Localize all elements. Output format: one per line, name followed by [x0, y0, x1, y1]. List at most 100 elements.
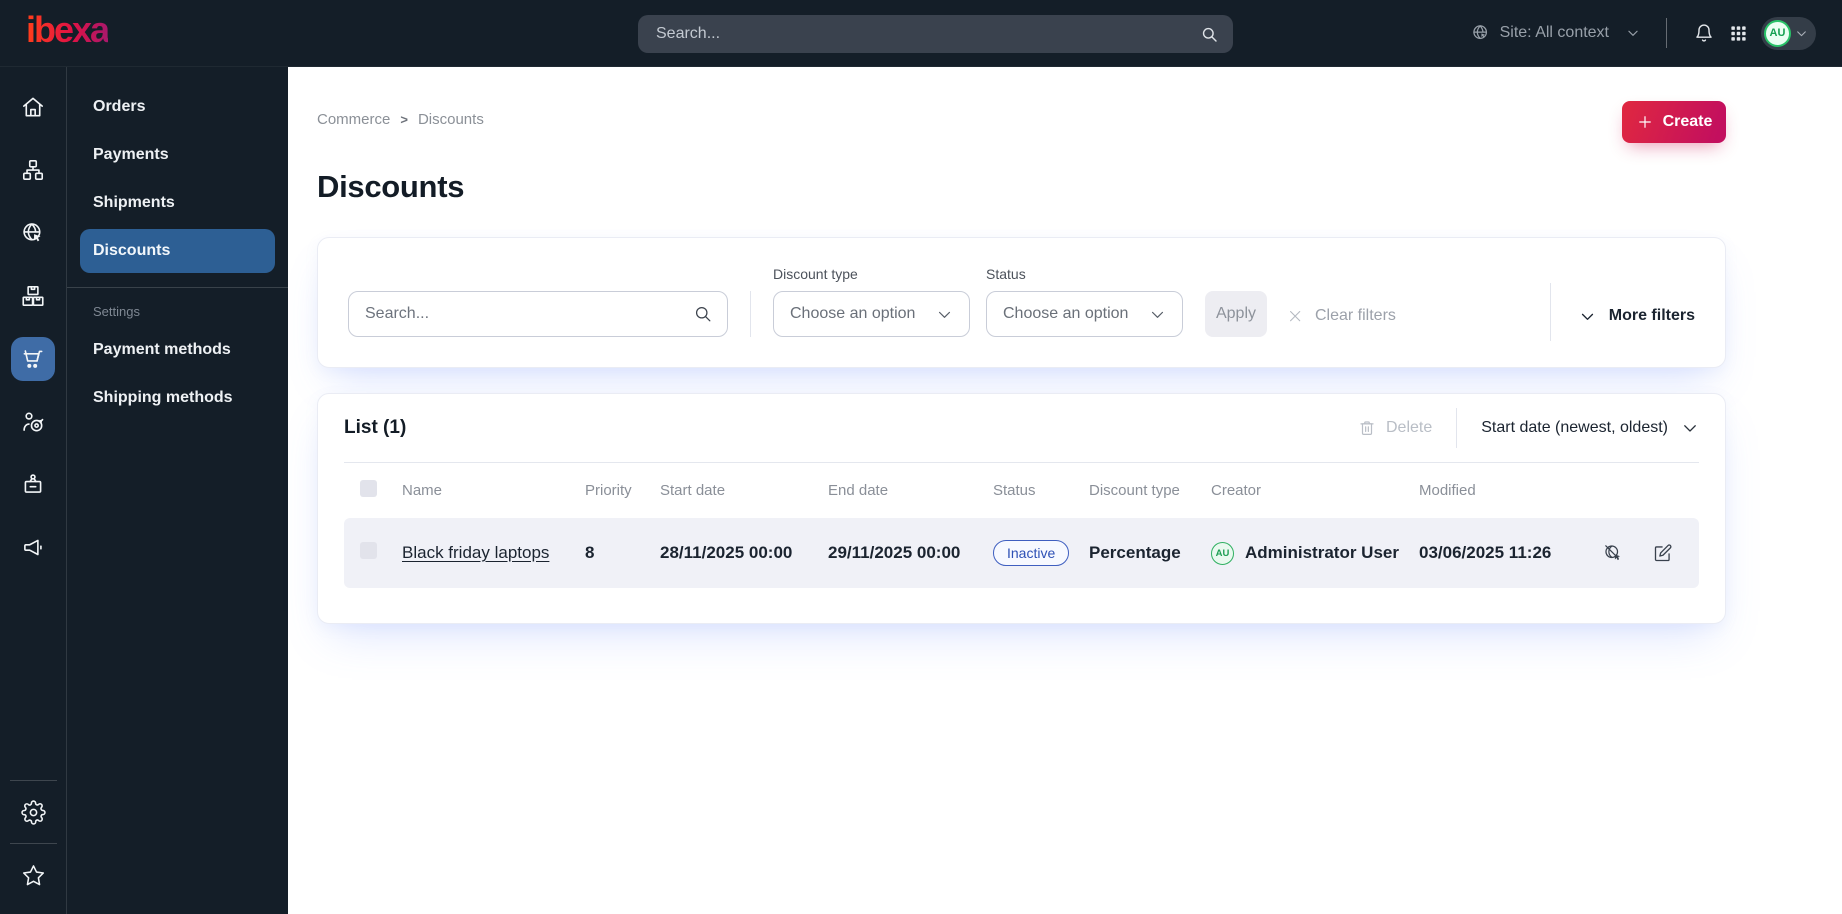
plus-icon [1636, 113, 1654, 131]
notifications-bell-icon[interactable] [1687, 16, 1721, 50]
sidebar-item-discounts[interactable]: Discounts [80, 229, 275, 273]
column-header-modified: Modified [1419, 482, 1476, 499]
apply-button[interactable]: Apply [1205, 291, 1267, 337]
filter-divider [750, 291, 751, 337]
status-value: Choose an option [1003, 305, 1129, 322]
row-end-date: 29/11/2025 00:00 [828, 543, 961, 562]
row-priority: 8 [585, 543, 595, 562]
nav-content-tree-icon[interactable] [11, 148, 55, 192]
global-search-input[interactable] [656, 25, 1200, 43]
column-header-creator: Creator [1211, 482, 1262, 499]
row-discount-type: Percentage [1089, 543, 1181, 562]
bookmarks-star-icon[interactable] [11, 853, 55, 897]
select-all-checkbox[interactable] [360, 480, 377, 497]
rail-bottom-group [0, 780, 66, 914]
chevron-down-icon [936, 306, 953, 323]
site-context-label: Site: All context [1499, 24, 1609, 41]
nav-marketing-icon[interactable] [11, 526, 55, 570]
nav-commerce-icon[interactable] [11, 337, 55, 381]
nav-products-icon[interactable] [11, 274, 55, 318]
global-search[interactable] [638, 15, 1233, 53]
discount-type-label: Discount type [773, 266, 858, 282]
more-filters-label: More filters [1608, 307, 1695, 324]
column-header-discount-type: Discount type [1089, 482, 1180, 499]
nav-corporate-icon[interactable] [11, 463, 55, 507]
nav-personalization-icon[interactable] [11, 400, 55, 444]
sort-dropdown[interactable]: Start date (newest, oldest) [1481, 419, 1699, 437]
app-grid-icon[interactable] [1721, 16, 1755, 50]
creator-name: Administrator User [1245, 543, 1399, 562]
chevron-down-icon [1149, 306, 1166, 323]
sidebar-item-shipments[interactable]: Shipments [67, 179, 288, 227]
clear-filters-button[interactable]: Clear filters [1287, 307, 1396, 325]
preview-disabled-icon[interactable] [1603, 543, 1624, 564]
sidebar-item-orders[interactable]: Orders [67, 83, 288, 131]
more-filters-button[interactable]: More filters [1579, 307, 1695, 325]
settings-gear-icon[interactable] [11, 790, 55, 834]
sidebar-item-shipping-methods[interactable]: Shipping methods [67, 374, 288, 422]
delete-button-label: Delete [1385, 419, 1433, 436]
creator-avatar: AU [1211, 541, 1234, 565]
discount-type-filter: Discount type Choose an option [773, 266, 970, 337]
delete-button[interactable]: Delete [1358, 419, 1432, 437]
discount-name-link[interactable]: Black friday laptops [402, 543, 549, 562]
column-header-name: Name [402, 482, 443, 499]
sidebar-divider [67, 287, 288, 288]
filter-search-input[interactable] [365, 305, 693, 323]
filters-panel: Discount type Choose an option Status Ch… [317, 237, 1726, 368]
list-title: List (1) [344, 417, 407, 438]
sidebar-section-label: Settings [93, 304, 140, 319]
page-header: Commerce > Discounts Create [317, 101, 1726, 143]
nav-home-icon[interactable] [11, 85, 55, 129]
row-start-date: 28/11/2025 00:00 [660, 543, 793, 562]
column-header-priority: Priority [585, 482, 632, 499]
chevron-down-icon [1626, 26, 1640, 40]
avatar: AU [1764, 19, 1791, 47]
rail-divider [9, 843, 57, 844]
user-menu[interactable]: AU [1761, 16, 1816, 50]
status-select[interactable]: Choose an option [986, 291, 1183, 337]
list-header-actions: Delete Start date (newest, oldest) [1358, 408, 1699, 448]
search-icon[interactable] [693, 304, 713, 324]
table-header-row: Name Priority Start date End date Status… [344, 463, 1699, 518]
row-modified: 03/06/2025 11:26 [1419, 543, 1552, 562]
column-header-status: Status [993, 482, 1036, 499]
breadcrumb-commerce[interactable]: Commerce [317, 111, 390, 128]
search-icon[interactable] [1200, 25, 1219, 44]
filter-search[interactable] [348, 291, 728, 337]
ibexa-logo: ibexa [26, 12, 110, 54]
sidebar-item-payments[interactable]: Payments [67, 131, 288, 179]
globe-icon [1471, 23, 1491, 43]
app-shell: Orders Payments Shipments Discounts Sett… [0, 67, 1842, 914]
chevron-down-icon [1681, 419, 1699, 437]
list-header-divider [1456, 408, 1458, 448]
site-context-selector[interactable]: Site: All context [1471, 23, 1640, 43]
discount-type-select[interactable]: Choose an option [773, 291, 970, 337]
table-row: Black friday laptops 8 28/11/2025 00:00 … [344, 518, 1699, 588]
create-button[interactable]: Create [1622, 101, 1726, 143]
breadcrumb-discounts[interactable]: Discounts [418, 111, 484, 128]
sort-dropdown-label: Start date (newest, oldest) [1481, 419, 1668, 436]
trash-icon [1358, 419, 1376, 437]
topbar-right-controls: Site: All context AU [1471, 16, 1816, 50]
column-header-start-date: Start date [660, 482, 726, 499]
filter-divider [1549, 283, 1551, 341]
row-actions [1600, 543, 1699, 564]
status-filter: Status Choose an option [986, 266, 1183, 337]
edit-icon[interactable] [1652, 543, 1673, 564]
rail-divider [9, 780, 57, 781]
discount-type-value: Choose an option [790, 305, 916, 322]
column-header-end-date: End date [828, 482, 889, 499]
nav-site-icon[interactable] [11, 211, 55, 255]
app-window: ibexa Site: All context [0, 0, 1842, 914]
top-bar: ibexa Site: All context [0, 0, 1842, 67]
list-header: List (1) Delete Start date (newest, olde… [344, 394, 1699, 462]
row-checkbox[interactable] [360, 542, 377, 559]
creator-cell: AU Administrator User [1211, 541, 1419, 565]
clear-filters-label: Clear filters [1315, 307, 1396, 324]
status-label: Status [986, 266, 1026, 282]
sidebar-item-payment-methods[interactable]: Payment methods [67, 326, 288, 374]
page-title: Discounts [317, 169, 465, 204]
chevron-down-icon [1795, 27, 1808, 40]
status-badge: Inactive [993, 540, 1070, 566]
